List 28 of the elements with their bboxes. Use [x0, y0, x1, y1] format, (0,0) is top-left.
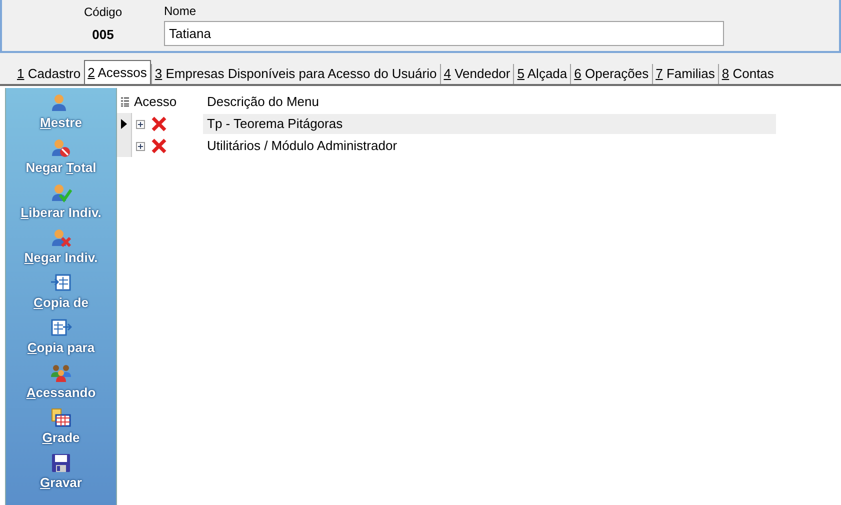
column-chooser-icon[interactable] [120, 97, 128, 107]
expand-icon[interactable] [136, 120, 145, 128]
row-pointer-icon [121, 119, 127, 129]
tab[interactable]: 7 Familias [652, 64, 718, 84]
tab[interactable]: 6 Operações [570, 64, 652, 84]
person-blocked-icon [50, 138, 72, 158]
table-import-icon [50, 273, 72, 293]
column-header[interactable]: Descrição do Menu [203, 92, 319, 112]
tab[interactable]: 2 Acessos [84, 60, 151, 84]
person-cross-icon [50, 228, 72, 248]
code-value: 005 [92, 26, 114, 44]
users-icon [50, 363, 72, 383]
tab[interactable]: 1 Cadastro [14, 64, 84, 84]
table-cell-text: Utilitários / Módulo Administrador [206, 137, 398, 155]
tab[interactable]: 5 Alçada [513, 64, 570, 84]
table-export-icon [50, 318, 72, 338]
tab[interactable]: 8 Contas [718, 64, 777, 84]
tab[interactable]: 3 Empresas Disponíveis para Acesso do Usuário [150, 64, 440, 84]
name-field[interactable]: Tatiana [164, 21, 724, 46]
row-indicator[interactable] [117, 113, 132, 135]
spreadsheet-icon [50, 408, 72, 428]
code-label: Código [84, 4, 122, 21]
tab[interactable]: 4 Vendedor [440, 64, 514, 84]
column-header[interactable]: Acesso [132, 92, 203, 112]
table-cell: Tp - Teorema Pitágoras [203, 114, 776, 134]
expand-icon[interactable] [136, 142, 145, 150]
name-label: Nome [164, 3, 198, 19]
person-check-icon [50, 183, 72, 203]
